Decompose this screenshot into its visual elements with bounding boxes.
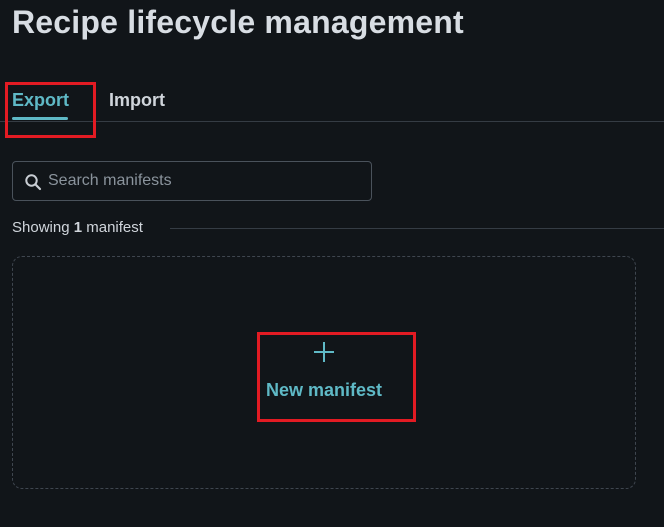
tab-export[interactable]: Export — [12, 88, 69, 112]
count-value: 1 — [73, 219, 83, 236]
manifest-count-row: Showing 1 manifest — [12, 218, 664, 238]
search-icon — [25, 174, 42, 191]
search-box[interactable] — [12, 161, 372, 201]
tab-import[interactable]: Import — [109, 88, 165, 112]
new-manifest-label: New manifest — [265, 380, 383, 400]
count-prefix: Showing — [12, 219, 70, 236]
count-divider — [170, 228, 664, 229]
new-manifest-button[interactable]: New manifest — [262, 336, 412, 416]
manifest-count: Showing 1 manifest — [12, 219, 143, 237]
page-title: Recipe lifecycle management — [12, 4, 464, 40]
plus-icon — [314, 342, 334, 362]
active-tab-indicator — [12, 117, 68, 120]
tab-bar: Export Import — [0, 80, 664, 122]
count-unit: manifest — [86, 219, 143, 236]
tab-divider — [0, 121, 664, 122]
search-input[interactable] — [48, 162, 363, 200]
recipe-lifecycle-page: Recipe lifecycle management Export Impor… — [0, 0, 664, 527]
